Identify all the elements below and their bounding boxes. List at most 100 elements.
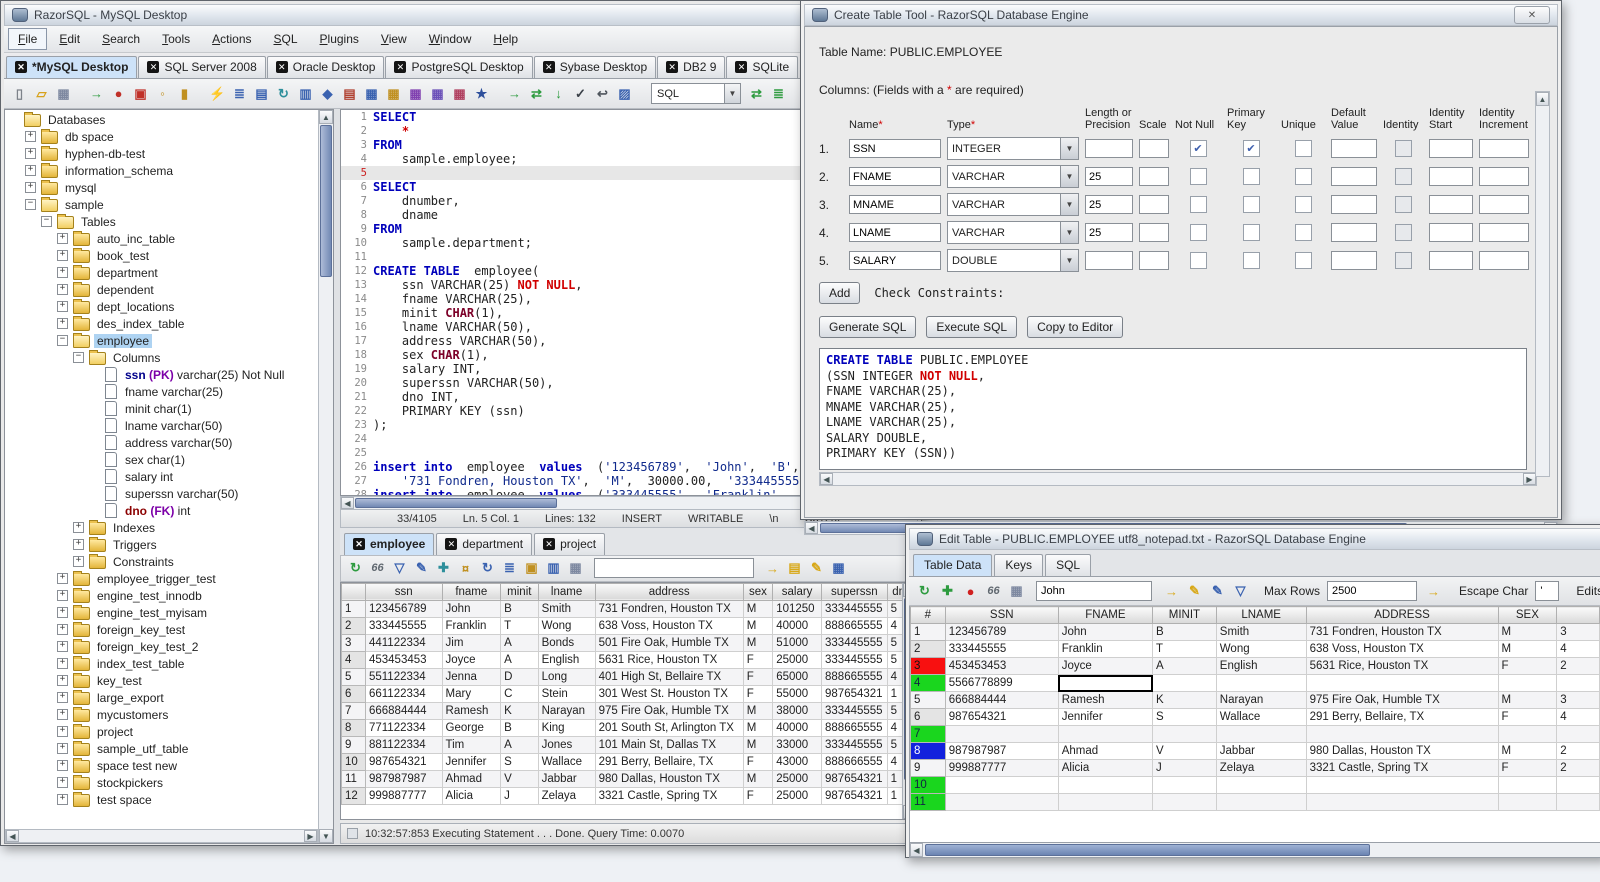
cell[interactable]: Wallace xyxy=(1215,708,1307,726)
tree-item[interactable]: − Columns xyxy=(7,349,316,366)
menu-sql[interactable]: SQL xyxy=(264,28,308,50)
view-icon[interactable]: 66 xyxy=(368,559,387,578)
tab-sql[interactable]: SQL xyxy=(1045,554,1092,576)
cell[interactable]: 999887777 xyxy=(364,786,443,805)
cell[interactable]: C xyxy=(500,684,539,703)
cell[interactable]: 38000 xyxy=(772,701,823,720)
unique-checkbox[interactable] xyxy=(1294,252,1312,269)
connection-tab-2[interactable]: ✕ SQL Server 2008 xyxy=(138,56,266,78)
unique-checkbox[interactable] xyxy=(1294,224,1312,241)
cell[interactable]: 5631 Rice, Houston TX xyxy=(594,650,744,669)
go-icon[interactable]: → xyxy=(505,84,524,103)
go-search-icon[interactable]: → xyxy=(763,559,782,578)
expand-icon[interactable]: + xyxy=(57,607,68,618)
describe-icon[interactable]: ≣ xyxy=(230,84,249,103)
column-header-SSN[interactable]: SSN xyxy=(944,606,1059,624)
refresh-db-icon[interactable]: ↻ xyxy=(274,84,293,103)
tree-item[interactable]: + des_index_table xyxy=(7,315,316,332)
cell[interactable]: 65000 xyxy=(772,667,823,686)
expand-icon[interactable]: + xyxy=(57,777,68,788)
table-row[interactable]: 8 987987987 Ahmad V Jabbar 980 Dallas, Housto… xyxy=(910,742,1600,760)
table-row[interactable]: 3 441122334 Jim A Bonds 501 Fire Oak, Humble … xyxy=(341,633,917,652)
file-search-icon[interactable]: ▤ xyxy=(252,84,271,103)
cell[interactable] xyxy=(1215,776,1307,794)
table-row[interactable]: 7 xyxy=(910,725,1600,743)
cell[interactable]: Bonds xyxy=(537,633,596,652)
save-edits-icon[interactable]: ▦ xyxy=(1007,582,1026,601)
execute-sql-icon[interactable]: ⚡ xyxy=(208,84,227,103)
results-search-input[interactable] xyxy=(594,558,754,579)
cell[interactable]: 975 Fire Oak, Humble TX xyxy=(1305,691,1499,709)
cell[interactable] xyxy=(1057,725,1154,743)
tree-item[interactable]: + db space xyxy=(7,128,316,145)
collapse-icon[interactable]: − xyxy=(73,352,84,363)
identity-start-input[interactable] xyxy=(1429,223,1473,242)
cell[interactable] xyxy=(1305,725,1499,743)
tree-item[interactable]: + project xyxy=(7,723,316,740)
column-header-#[interactable]: # xyxy=(910,606,946,624)
expand-icon[interactable]: + xyxy=(57,658,68,669)
not-null-checkbox[interactable] xyxy=(1189,196,1207,213)
cell[interactable]: 453453453 xyxy=(944,657,1059,675)
tree-item[interactable]: + large_export xyxy=(7,689,316,706)
table-row[interactable]: 3 453453453 Joyce A English 5631 Rice, Housto… xyxy=(910,657,1600,675)
tree-item[interactable]: Databases xyxy=(7,111,316,128)
cell[interactable]: 666884444 xyxy=(944,691,1059,709)
cell[interactable]: 4 xyxy=(1556,708,1600,726)
identity-increment-input[interactable] xyxy=(1479,167,1529,186)
tree-item[interactable]: + mysql xyxy=(7,179,316,196)
cell[interactable]: T xyxy=(1152,640,1217,658)
cell[interactable]: F xyxy=(1497,657,1558,675)
cell[interactable]: 101250 xyxy=(772,599,823,618)
cell[interactable]: Jennifer xyxy=(1057,708,1154,726)
edit-table-icon[interactable]: ▦ xyxy=(362,84,381,103)
cell[interactable]: M xyxy=(1497,742,1558,760)
close-connection-icon[interactable]: ▣ xyxy=(131,84,150,103)
cell[interactable] xyxy=(1497,725,1558,743)
cell[interactable]: M xyxy=(1497,623,1558,641)
identity-increment-input[interactable] xyxy=(1479,251,1529,270)
identity-increment-input[interactable] xyxy=(1479,195,1529,214)
save-icon[interactable]: ▦ xyxy=(54,84,73,103)
primary-key-checkbox[interactable]: ✔ xyxy=(1242,140,1260,157)
cell[interactable] xyxy=(1497,793,1558,811)
close-tab-icon[interactable]: ✕ xyxy=(735,61,748,73)
tree-item[interactable]: lname varchar(50) xyxy=(7,417,316,434)
tree-item[interactable]: salary int xyxy=(7,468,316,485)
close-icon[interactable]: ✕ xyxy=(1514,6,1550,24)
cell[interactable]: 333445555 xyxy=(364,616,443,635)
table-row[interactable]: 6 987654321 Jennifer S Wallace 291 Berry, Bel… xyxy=(910,708,1600,726)
table-row[interactable]: 4 453453453 Joyce A English 5631 Rice, Housto… xyxy=(341,650,917,669)
filter-icon[interactable]: ▽ xyxy=(390,559,409,578)
insert-row-icon[interactable]: ✚ xyxy=(434,559,453,578)
connect-icon[interactable]: → xyxy=(87,84,106,103)
expand-icon[interactable]: + xyxy=(57,794,68,805)
tree-item[interactable]: ssn (PK) varchar(25) Not Null xyxy=(7,366,316,383)
cell[interactable]: 4 xyxy=(1556,640,1600,658)
expand-icon[interactable]: + xyxy=(57,641,68,652)
cell[interactable]: Alicia xyxy=(1057,759,1154,777)
cell[interactable]: 980 Dallas, Houston TX xyxy=(1305,742,1499,760)
close-tab-icon[interactable]: ✕ xyxy=(147,61,160,73)
cell[interactable] xyxy=(1057,776,1154,794)
cell[interactable]: Wong xyxy=(1215,640,1307,658)
identity-checkbox[interactable] xyxy=(1394,140,1412,157)
tree-item[interactable]: sex char(1) xyxy=(7,451,316,468)
cell[interactable]: A xyxy=(500,633,539,652)
cell[interactable]: 987987987 xyxy=(944,742,1059,760)
tree-item[interactable]: + employee_trigger_test xyxy=(7,570,316,587)
cell[interactable]: M xyxy=(1497,691,1558,709)
menu-file[interactable]: File xyxy=(8,28,48,50)
save-results-icon[interactable]: ▦ xyxy=(566,559,585,578)
menu-help[interactable]: Help xyxy=(483,28,528,50)
cell[interactable]: Ahmad xyxy=(1057,742,1154,760)
edit-table-grid[interactable]: # SSN FNAME MINIT LNAME ADDRESS SEX 1 123456789 J… xyxy=(910,606,1600,811)
chevron-down-icon[interactable]: ▼ xyxy=(1060,166,1078,187)
scroll-left-icon[interactable]: ◀ xyxy=(820,473,833,485)
cell[interactable] xyxy=(1556,725,1600,743)
tree-item[interactable]: dno (FK) int xyxy=(7,502,316,519)
column-header-sex[interactable]: sex xyxy=(742,582,774,601)
cell[interactable]: J xyxy=(500,786,539,805)
cell[interactable]: 25000 xyxy=(772,769,823,788)
cell[interactable]: 987654321 xyxy=(364,752,443,771)
